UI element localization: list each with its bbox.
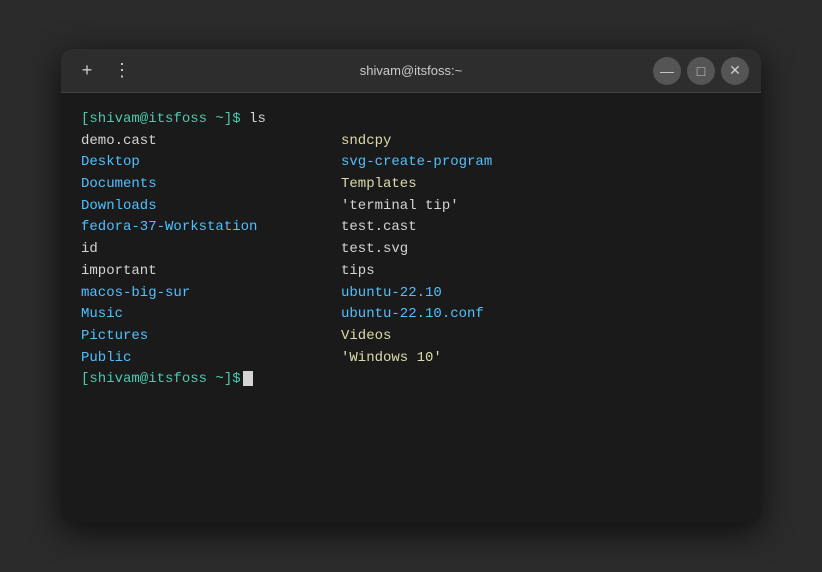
ls-col-left: demo.cast Desktop Documents Downloads fe…: [81, 131, 341, 370]
prompt-1: [shivam@itsfoss ~]$: [81, 111, 241, 127]
maximize-button[interactable]: □: [687, 57, 715, 85]
list-item: demo.cast: [81, 131, 341, 153]
terminal-body[interactable]: [shivam@itsfoss ~]$ ls demo.cast Desktop…: [61, 93, 761, 523]
list-item: Music: [81, 304, 341, 326]
prompt-line-2: [shivam@itsfoss ~]$: [81, 369, 741, 391]
terminal-window: + ⋮ shivam@itsfoss:~ — □ ✕ [shivam@itsfo…: [61, 49, 761, 523]
list-item: Desktop: [81, 152, 341, 174]
list-item: Documents: [81, 174, 341, 196]
ls-output: demo.cast Desktop Documents Downloads fe…: [81, 131, 741, 370]
list-item: sndcpy: [341, 131, 741, 153]
list-item: ubuntu-22.10: [341, 283, 741, 305]
prompt-2: [shivam@itsfoss ~]$: [81, 371, 241, 387]
list-item: Videos: [341, 326, 741, 348]
command-1: ls: [241, 111, 266, 127]
list-item: ubuntu-22.10.conf: [341, 304, 741, 326]
titlebar-right: — □ ✕: [524, 57, 749, 85]
menu-button[interactable]: ⋮: [109, 57, 137, 85]
list-item: test.cast: [341, 217, 741, 239]
list-item: macos-big-sur: [81, 283, 341, 305]
cursor: [243, 371, 253, 386]
minimize-button[interactable]: —: [653, 57, 681, 85]
titlebar-left: + ⋮: [73, 57, 298, 85]
list-item: Templates: [341, 174, 741, 196]
new-tab-button[interactable]: +: [73, 57, 101, 85]
list-item: test.svg: [341, 239, 741, 261]
list-item: tips: [341, 261, 741, 283]
list-item: Downloads: [81, 196, 341, 218]
list-item: id: [81, 239, 341, 261]
ls-col-right: sndcpy svg-create-program Templates 'ter…: [341, 131, 741, 370]
list-item: Public: [81, 348, 341, 370]
list-item: Pictures: [81, 326, 341, 348]
list-item: svg-create-program: [341, 152, 741, 174]
prompt-line-1: [shivam@itsfoss ~]$ ls: [81, 109, 741, 131]
close-button[interactable]: ✕: [721, 57, 749, 85]
list-item: important: [81, 261, 341, 283]
window-title: shivam@itsfoss:~: [298, 63, 523, 78]
titlebar: + ⋮ shivam@itsfoss:~ — □ ✕: [61, 49, 761, 93]
list-item: fedora-37-Workstation: [81, 217, 341, 239]
list-item: 'terminal tip': [341, 196, 741, 218]
list-item: 'Windows 10': [341, 348, 741, 370]
